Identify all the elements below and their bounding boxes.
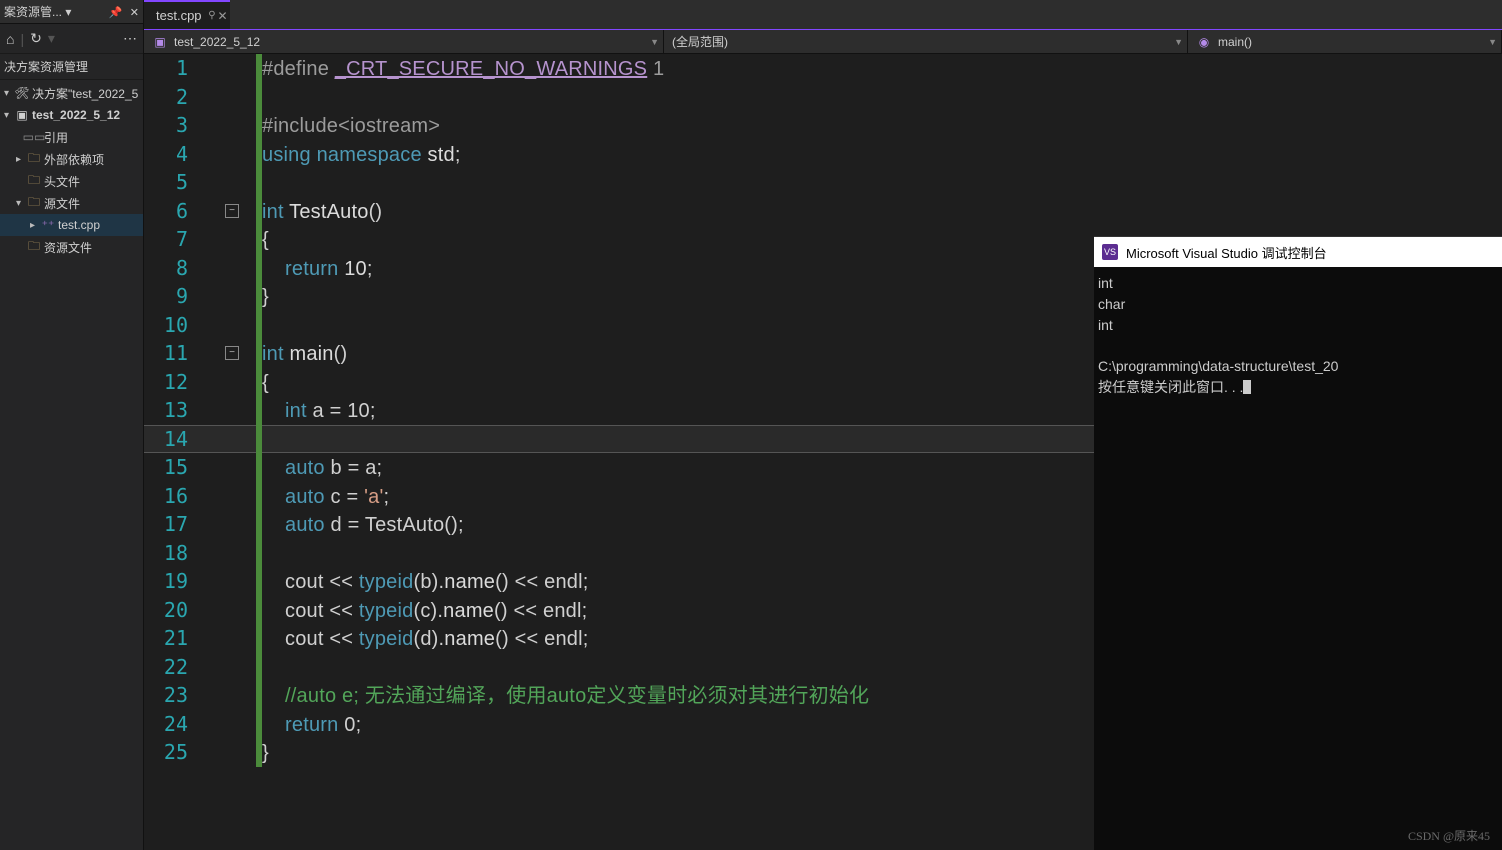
home-icon[interactable]: ⌂ [6, 31, 14, 47]
close-icon[interactable]: ✕ [130, 7, 139, 19]
tree-file-test-cpp[interactable]: ▸⁺⁺test.cpp [0, 214, 143, 236]
solution-explorer-toolbar: ⌂ | ↻ ▾ ⋯ [0, 24, 143, 54]
solution-explorer-panel: 案资源管... ▾ 📌 ✕ ⌂ | ↻ ▾ ⋯ 决方案资源管理 ▾🛠决方案"te… [0, 0, 144, 850]
tree-resources[interactable]: 🗀资源文件 [0, 236, 143, 258]
close-icon[interactable]: ✕ [217, 9, 227, 23]
nav-scope-dropdown[interactable]: test_2022_5_12 ▼ [144, 30, 664, 53]
nav-type-dropdown[interactable]: (全局范围) ▼ [664, 30, 1188, 53]
visual-studio-icon: VS [1102, 244, 1118, 260]
debug-console-output[interactable]: int char int C:\programming\data-structu… [1094, 267, 1502, 398]
document-tab-test-cpp[interactable]: test.cpp ⚲ ✕ [144, 0, 230, 29]
chevron-down-icon: ▼ [1174, 37, 1183, 47]
cursor-icon [1243, 380, 1251, 394]
tree-headers[interactable]: 🗀头文件 [0, 170, 143, 192]
document-tab-bar: test.cpp ⚲ ✕ [144, 0, 1502, 30]
tree-external-deps[interactable]: ▸🗀外部依赖项 [0, 148, 143, 170]
pin-icon[interactable]: ⚲ [208, 10, 215, 21]
debug-console-title: Microsoft Visual Studio 调试控制台 [1126, 243, 1327, 262]
chevron-down-icon: ▼ [1488, 37, 1497, 47]
tree-project[interactable]: ▾▣test_2022_5_12 [0, 104, 143, 126]
toolbar-more-icon[interactable]: ⋯ [123, 30, 137, 47]
debug-console-titlebar[interactable]: VS Microsoft Visual Studio 调试控制台 [1094, 237, 1502, 267]
debug-console-window: VS Microsoft Visual Studio 调试控制台 int cha… [1094, 236, 1502, 850]
fold-toggle-icon[interactable]: − [225, 204, 239, 218]
tree-references[interactable]: ▭▭引用 [0, 126, 143, 148]
chevron-down-icon: ▼ [650, 37, 659, 47]
tree-solution[interactable]: ▾🛠决方案"test_2022_5 [0, 82, 143, 104]
fold-toggle-icon[interactable]: − [225, 346, 239, 360]
tree-sources[interactable]: ▾🗀源文件 [0, 192, 143, 214]
gutter: 1 2 3 4 5 6− 7 8 9 10 11− 12 13 14 15 16… [144, 54, 262, 850]
solution-explorer-title: 案资源管... ▾ [4, 3, 105, 20]
project-icon [152, 34, 168, 50]
solution-explorer-header: 决方案资源管理 [0, 54, 143, 80]
pin-icon[interactable]: 📌 [109, 7, 123, 19]
watermark: CSDN @原来45 [1408, 827, 1490, 844]
solution-explorer-titlebar: 案资源管... ▾ 📌 ✕ [0, 0, 143, 24]
nav-member-dropdown[interactable]: main() ▼ [1188, 30, 1502, 53]
refresh-icon[interactable]: ↻ [30, 30, 42, 47]
solution-tree: ▾🛠决方案"test_2022_5 ▾▣test_2022_5_12 ▭▭引用 … [0, 80, 143, 258]
document-tab-label: test.cpp [156, 8, 202, 23]
function-icon [1196, 34, 1212, 50]
editor-nav-bar: test_2022_5_12 ▼ (全局范围) ▼ main() ▼ [144, 30, 1502, 54]
